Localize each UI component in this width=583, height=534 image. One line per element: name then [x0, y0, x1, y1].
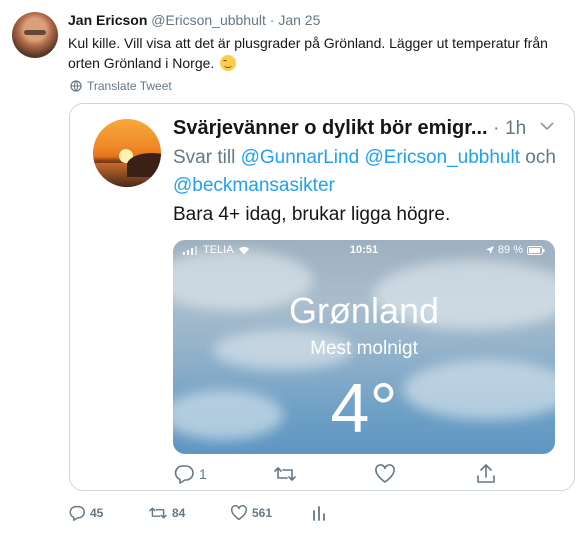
reply-count: 45 — [90, 506, 104, 520]
quoted-author-avatar[interactable] — [93, 119, 161, 187]
weather-screenshot-image[interactable]: TELIA 10:51 89 % Grønland Mest molnigt 4… — [173, 240, 555, 454]
phone-status-bar: TELIA 10:51 89 % — [173, 240, 555, 260]
battery-percent: 89 % — [497, 244, 523, 256]
heart-icon — [230, 505, 248, 521]
tweet-date[interactable]: Jan 25 — [278, 12, 320, 28]
author-handle[interactable]: @Ericson_ubbhult — [151, 12, 266, 28]
share-icon — [475, 464, 497, 484]
quoted-reply-button[interactable]: 1 — [173, 464, 207, 484]
retweet-count: 84 — [172, 506, 186, 520]
analytics-icon — [312, 505, 326, 521]
quoted-separator: · — [493, 118, 500, 139]
quoted-tweet-header: Svärjevänner o dylikt bör emigr... · 1h — [173, 117, 526, 140]
quoted-retweet-button[interactable] — [273, 464, 297, 484]
weather-city: Grønland — [288, 290, 440, 331]
weather-condition: Mest molnigt — [310, 338, 418, 359]
retweet-icon — [273, 464, 297, 484]
like-count: 561 — [252, 506, 273, 520]
globe-icon — [70, 80, 82, 92]
mention-ericson-ubbhult[interactable]: @Ericson_ubbhult — [364, 147, 520, 168]
retweet-button[interactable]: 84 — [148, 505, 185, 521]
weather-temperature: 4° — [330, 369, 398, 447]
like-button[interactable]: 561 — [230, 505, 272, 521]
reply-to-line: Svar till @GunnarLind @Ericson_ubbhult o… — [173, 144, 563, 200]
quoted-tweet-actions: 1 — [173, 464, 513, 486]
author-avatar[interactable] — [12, 12, 58, 58]
quoted-like-button[interactable] — [374, 464, 396, 484]
reply-button[interactable]: 45 — [68, 505, 103, 521]
analytics-button[interactable] — [312, 505, 326, 521]
translate-label: Translate Tweet — [87, 79, 172, 93]
tweet-header: Jan Ericson @Ericson_ubbhult · Jan 25 — [68, 12, 320, 28]
tweet-actions: 45 84 561 — [68, 505, 368, 529]
quoted-time[interactable]: 1h — [505, 118, 526, 139]
reply-and-word: och — [525, 147, 556, 168]
mention-gunnarlind[interactable]: @GunnarLind — [241, 147, 360, 168]
tweet-text-content: Kul kille. Vill visa att det är plusgrad… — [68, 35, 548, 71]
reply-prefix: Svar till — [173, 147, 236, 168]
reply-icon — [68, 505, 86, 521]
tweet-text: Kul kille. Vill visa att det är plusgrad… — [68, 33, 568, 73]
location-arrow-icon — [485, 246, 494, 254]
separator-dot: · — [269, 12, 275, 28]
quoted-author-name[interactable]: Svärjevänner o dylikt bör emigr... — [173, 117, 488, 139]
reply-icon — [173, 464, 195, 484]
quoted-share-button[interactable] — [475, 464, 497, 484]
smiling-face-emoji-icon — [220, 55, 237, 71]
quoted-tweet-card[interactable]: Svärjevänner o dylikt bör emigr... · 1h … — [69, 103, 575, 491]
quoted-tweet-text: Bara 4+ idag, brukar ligga högre. — [173, 204, 451, 225]
chevron-down-icon[interactable] — [540, 121, 554, 131]
battery-icon — [527, 245, 545, 255]
author-name[interactable]: Jan Ericson — [68, 12, 147, 28]
quoted-reply-count: 1 — [199, 466, 207, 482]
retweet-icon — [148, 505, 168, 521]
translate-tweet-link[interactable]: Translate Tweet — [70, 79, 172, 93]
mention-beckmansasikter[interactable]: @beckmansasikter — [173, 175, 335, 196]
heart-icon — [374, 464, 396, 484]
